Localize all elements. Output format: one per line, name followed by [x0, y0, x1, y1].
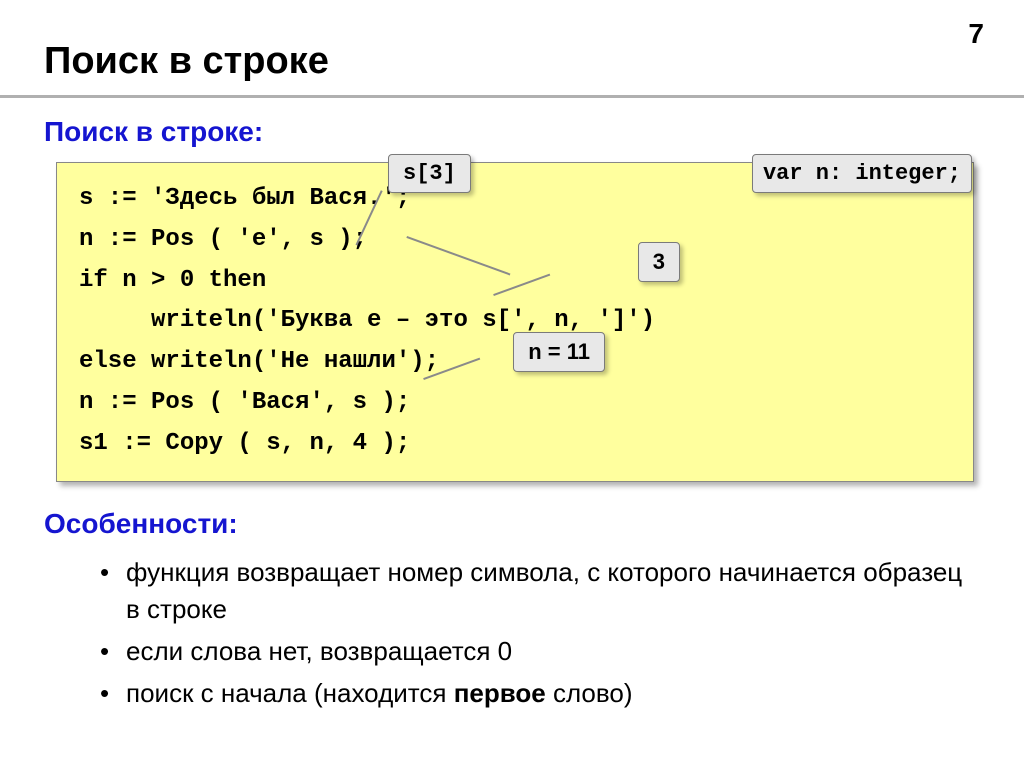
features-list: функция возвращает номер символа, с кото…	[44, 554, 980, 713]
content-area: Поиск в строке: s[3] var n: integer; s :…	[0, 98, 1024, 712]
callout-value-3: 3	[638, 242, 680, 282]
section-heading-features: Особенности:	[44, 508, 980, 540]
callout-s3: s[3]	[388, 154, 471, 193]
section-heading-search: Поиск в строке:	[44, 116, 980, 148]
page-number: 7	[968, 18, 984, 50]
callout-n-equals-11: n = 11	[513, 332, 605, 372]
code-region: s[3] var n: integer; s := 'Здесь был Вас…	[44, 162, 980, 482]
callout-var-declaration: var n: integer;	[752, 154, 972, 193]
text: поиск с начала (находится	[126, 678, 454, 708]
list-item: поиск с начала (находится первое слово)	[100, 675, 980, 713]
features-section: Особенности: функция возвращает номер си…	[44, 508, 980, 713]
text: слово)	[546, 678, 633, 708]
list-item: если слова нет, возвращается 0	[100, 633, 980, 671]
code-block: s := 'Здесь был Вася.'; n := Pos ( 'е', …	[56, 162, 974, 482]
list-item: функция возвращает номер символа, с кото…	[100, 554, 980, 629]
page-title: Поиск в строке	[0, 0, 1024, 95]
text-bold: первое	[454, 678, 546, 708]
